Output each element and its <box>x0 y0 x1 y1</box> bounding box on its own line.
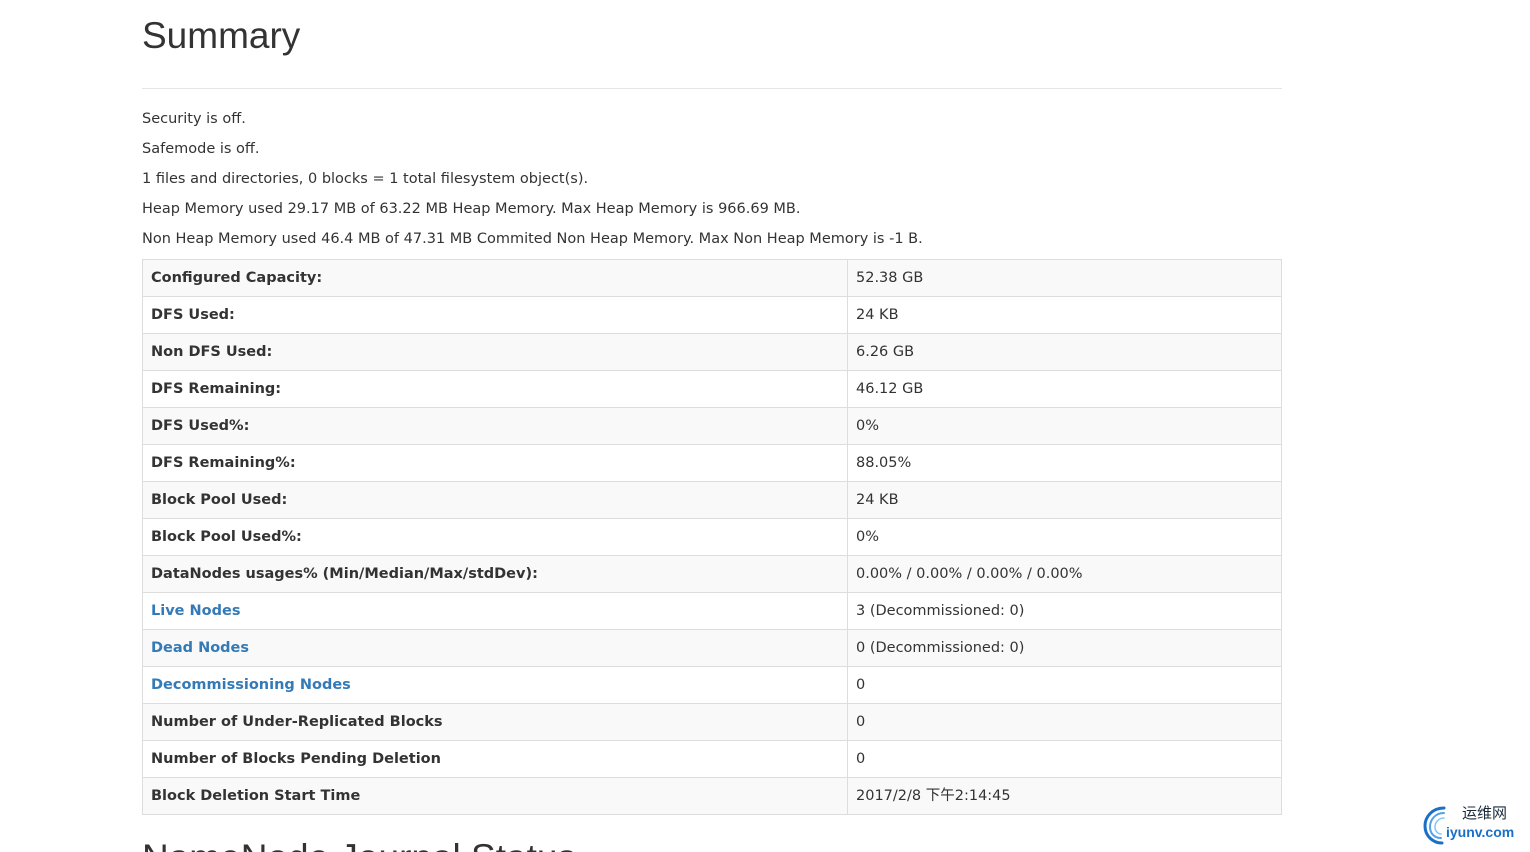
row-value: 0 (Decommissioned: 0) <box>847 629 1282 667</box>
row-label: DFS Remaining: <box>142 370 848 408</box>
row-value: 0 <box>847 740 1282 778</box>
journal-status-heading: NameNode Journal Status <box>142 836 576 852</box>
live-nodes-link[interactable]: Live Nodes <box>151 603 241 619</box>
heap-memory: Heap Memory used 29.17 MB of 63.22 MB He… <box>142 201 801 217</box>
table-row: Block Deletion Start Time 2017/2/8 下午2:1… <box>142 777 1282 815</box>
row-value: 0 <box>847 703 1282 741</box>
table-row: DFS Remaining%: 88.05% <box>142 444 1282 482</box>
watermark-title: 运维网 <box>1462 804 1508 822</box>
watermark: 运维网 iyunv.com <box>1422 804 1524 846</box>
page: Summary Security is off. Safemode is off… <box>0 0 1530 852</box>
row-value: 0% <box>847 407 1282 445</box>
row-label: Number of Blocks Pending Deletion <box>142 740 848 778</box>
summary-section: Summary Security is off. Safemode is off… <box>142 0 1282 815</box>
row-label: DataNodes usages% (Min/Median/Max/stdDev… <box>142 555 848 593</box>
row-value: 0 <box>847 666 1282 704</box>
row-label: Block Pool Used%: <box>142 518 848 556</box>
filesystem-objects: 1 files and directories, 0 blocks = 1 to… <box>142 171 589 187</box>
row-label: Block Pool Used: <box>142 481 848 519</box>
row-value: 88.05% <box>847 444 1282 482</box>
row-value: 52.38 GB <box>847 259 1282 297</box>
dead-nodes-link[interactable]: Dead Nodes <box>151 640 249 656</box>
status-info: Security is off. Safemode is off. 1 file… <box>142 109 1282 259</box>
row-value: 3 (Decommissioned: 0) <box>847 592 1282 630</box>
row-label: Non DFS Used: <box>142 333 848 371</box>
row-label-cell: Dead Nodes <box>142 629 848 667</box>
row-label: DFS Remaining%: <box>142 444 848 482</box>
table-row: DFS Remaining: 46.12 GB <box>142 370 1282 408</box>
table-row: DFS Used%: 0% <box>142 407 1282 445</box>
table-row: DataNodes usages% (Min/Median/Max/stdDev… <box>142 555 1282 593</box>
row-value: 0% <box>847 518 1282 556</box>
row-label: Number of Under-Replicated Blocks <box>142 703 848 741</box>
title-divider <box>142 88 1282 89</box>
table-row: Number of Under-Replicated Blocks 0 <box>142 703 1282 741</box>
summary-table: Configured Capacity: 52.38 GB DFS Used: … <box>142 259 1282 815</box>
row-label: DFS Used: <box>142 296 848 334</box>
row-value: 2017/2/8 下午2:14:45 <box>847 777 1282 815</box>
table-row: Decommissioning Nodes 0 <box>142 666 1282 704</box>
row-value: 24 KB <box>847 296 1282 334</box>
table-row: Number of Blocks Pending Deletion 0 <box>142 740 1282 778</box>
watermark-domain: iyunv.com <box>1446 824 1515 840</box>
row-label: DFS Used%: <box>142 407 848 445</box>
security-status: Security is off. <box>142 111 246 127</box>
row-value: 24 KB <box>847 481 1282 519</box>
non-heap-memory: Non Heap Memory used 46.4 MB of 47.31 MB… <box>142 231 923 247</box>
page-title: Summary <box>142 15 301 56</box>
row-label-cell: Live Nodes <box>142 592 848 630</box>
row-value: 6.26 GB <box>847 333 1282 371</box>
table-row: Dead Nodes 0 (Decommissioned: 0) <box>142 629 1282 667</box>
row-label: Configured Capacity: <box>142 259 848 297</box>
row-value: 0.00% / 0.00% / 0.00% / 0.00% <box>847 555 1282 593</box>
table-row: Live Nodes 3 (Decommissioned: 0) <box>142 592 1282 630</box>
table-row: Non DFS Used: 6.26 GB <box>142 333 1282 371</box>
table-row: Configured Capacity: 52.38 GB <box>142 259 1282 297</box>
decommissioning-nodes-link[interactable]: Decommissioning Nodes <box>151 677 351 693</box>
safemode-status: Safemode is off. <box>142 141 260 157</box>
table-row: Block Pool Used%: 0% <box>142 518 1282 556</box>
table-row: Block Pool Used: 24 KB <box>142 481 1282 519</box>
row-label-cell: Decommissioning Nodes <box>142 666 848 704</box>
row-value: 46.12 GB <box>847 370 1282 408</box>
row-label: Block Deletion Start Time <box>142 777 848 815</box>
table-row: DFS Used: 24 KB <box>142 296 1282 334</box>
